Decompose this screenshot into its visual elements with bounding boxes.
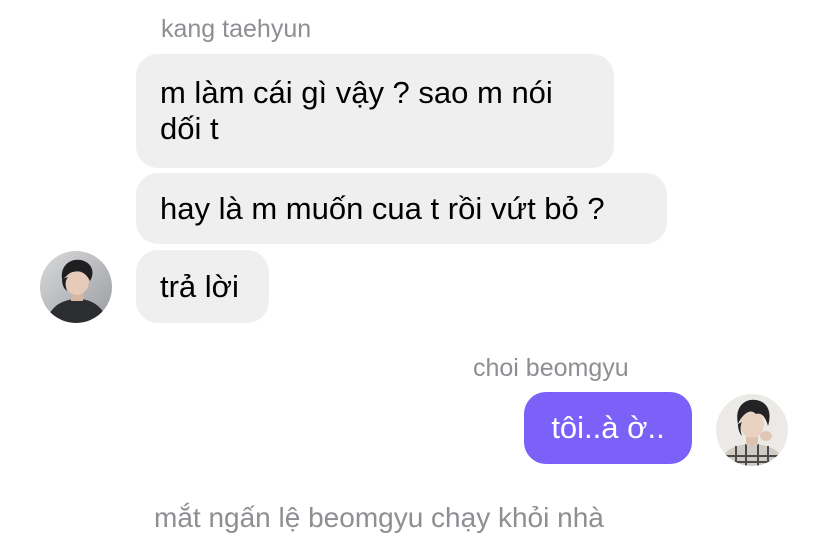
message-text: hay là m muốn cua t rồi vứt bỏ ? (160, 190, 605, 226)
sender-name-outgoing: choi beomgyu (473, 354, 629, 382)
message-text: trả lời (160, 268, 239, 304)
avatar-incoming[interactable] (40, 251, 112, 323)
message-bubble-outgoing[interactable]: tôi..à ờ.. (524, 392, 692, 464)
message-bubble-incoming[interactable]: hay là m muốn cua t rồi vứt bỏ ? (136, 173, 667, 244)
message-bubble-incoming[interactable]: m làm cái gì vậy ? sao m nói dối t (136, 54, 614, 168)
narration-text: mắt ngấn lệ beomgyu chạy khỏi nhà (154, 502, 604, 533)
profile-photo-icon (40, 251, 112, 323)
profile-photo-icon (716, 394, 788, 466)
sender-name-incoming: kang taehyun (161, 15, 312, 43)
message-text: m làm cái gì vậy ? sao m nói dối t (160, 75, 553, 146)
message-bubble-incoming[interactable]: trả lời (136, 250, 269, 323)
message-text: tôi..à ờ.. (551, 410, 665, 445)
avatar-outgoing[interactable] (716, 394, 788, 466)
